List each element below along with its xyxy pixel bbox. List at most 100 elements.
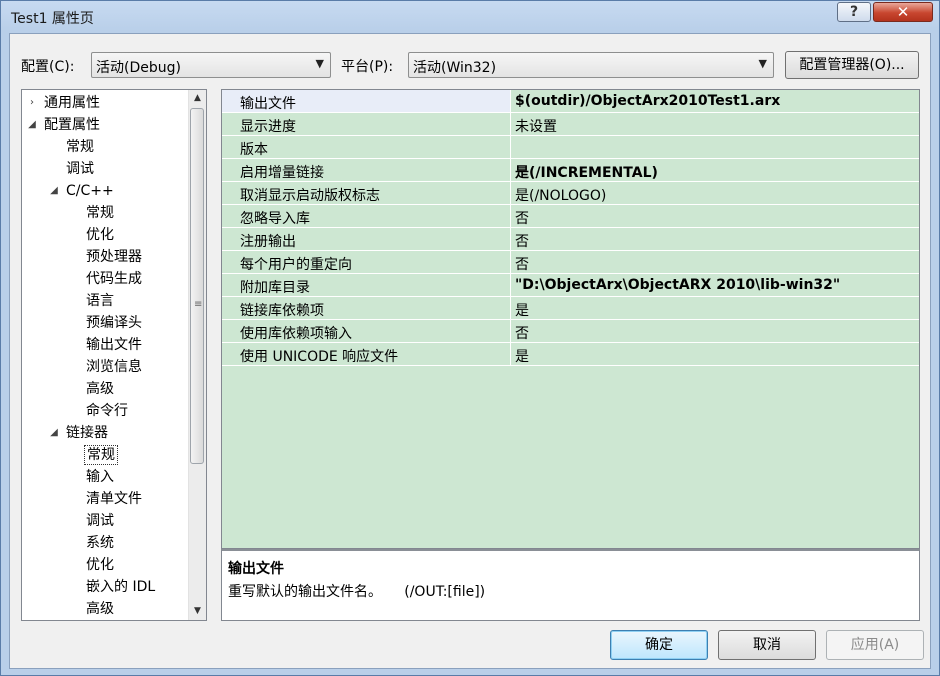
tree-item[interactable]: › 通用属性 [30,92,102,114]
apply-button[interactable]: 应用(A) [826,630,924,660]
property-row[interactable]: 链接库依赖项 是 [222,297,919,320]
chevron-down-icon: ▼ [315,57,324,70]
property-name: 注册输出 [240,234,296,250]
tree-item[interactable]: 命令行 [84,400,130,422]
property-row[interactable]: 启用增量链接 是(/INCREMENTAL) [222,159,919,182]
tree-item-label: 命令行 [86,403,128,419]
column-divider [510,90,511,113]
platform-value: 活动(Win32) [413,60,497,76]
property-grid[interactable]: 输出文件 $(outdir)/ObjectArx2010Test1.arx 显示进度… [221,89,920,549]
tree-item-label: 浏览信息 [86,359,142,375]
tree-item-label: C/C++ [66,183,114,199]
property-value[interactable]: 是(/NOLOGO) [515,185,606,205]
property-value[interactable]: 未设置 [515,116,557,136]
description-panel: 输出文件 重写默认的输出文件名。 (/OUT:[file]) [221,549,920,621]
title-bar[interactable]: Test1 属性页 ? ✕ [1,1,939,33]
property-value[interactable]: 否 [515,254,529,274]
tree-item-label: 常规 [86,205,114,221]
tree-item[interactable]: 预编译头 [84,312,144,334]
tree-item-label: 链接器 [66,425,108,441]
property-row[interactable]: 使用 UNICODE 响应文件 是 [222,343,919,366]
tree-item-label: 配置属性 [44,117,100,133]
property-row[interactable]: 使用库依赖项输入 否 [222,320,919,343]
column-divider [510,159,511,182]
tree-item-label: 高级 [86,601,114,617]
tree-item[interactable]: 清单文件 [84,488,144,510]
collapse-arrow-icon[interactable]: ◢ [48,422,60,444]
property-name: 启用增量链接 [240,165,324,181]
property-value[interactable]: 否 [515,231,529,251]
tree-item[interactable]: 高级 [84,378,116,400]
expand-arrow-icon[interactable]: › [26,92,38,114]
config-label: 配置(C): [21,59,75,75]
config-manager-button[interactable]: 配置管理器(O)... [785,51,919,79]
tree-item[interactable]: ◢ 链接器 [50,422,110,444]
collapse-arrow-icon[interactable]: ◢ [26,114,38,136]
tree-item[interactable]: 输出文件 [84,334,144,356]
tree-item[interactable]: 预处理器 [84,246,144,268]
property-value[interactable]: "D:\ObjectArx\ObjectARX 2010\lib-win32" [515,277,840,293]
column-divider [510,320,511,343]
tree-item-label: 通用属性 [44,95,100,111]
tree-scrollbar[interactable]: ▲ ≡ ▼ [188,90,206,620]
property-tree[interactable]: › 通用属性 ◢ 配置属性 常规 调试 ◢ C/C++ 常规 优化 预处理器 代码生成 语言 预编译头 输出… [21,89,207,621]
ok-button[interactable]: 确定 [610,630,708,660]
config-dropdown[interactable]: 活动(Debug) ▼ [91,52,331,78]
scroll-thumb[interactable]: ≡ [190,108,204,464]
collapse-arrow-icon[interactable]: ◢ [48,180,60,202]
column-divider [510,297,511,320]
tree-item[interactable]: 高级 [84,598,116,620]
close-button[interactable]: ✕ [873,2,933,22]
property-row[interactable]: 输出文件 $(outdir)/ObjectArx2010Test1.arx [222,90,919,113]
tree-item-label: 调试 [86,513,114,529]
property-row[interactable]: 注册输出 否 [222,228,919,251]
tree-item[interactable]: 浏览信息 [84,356,144,378]
tree-item[interactable]: ◢ C/C++ [50,180,116,202]
property-value[interactable]: $(outdir)/ObjectArx2010Test1.arx [515,93,780,109]
window-title: Test1 属性页 [11,11,94,27]
grip-icon: ≡ [194,299,203,310]
property-name: 显示进度 [240,119,296,135]
scroll-down-icon[interactable]: ▼ [189,603,206,620]
tree-item[interactable]: 常规 [84,202,116,224]
tree-item[interactable]: 代码生成 [84,268,144,290]
tree-item[interactable]: 语言 [84,290,116,312]
cancel-button[interactable]: 取消 [718,630,816,660]
property-row[interactable]: 显示进度 未设置 [222,113,919,136]
property-row[interactable]: 忽略导入库 否 [222,205,919,228]
tree-item[interactable]: 嵌入的 IDL [84,576,157,598]
help-button[interactable]: ? [837,2,871,22]
platform-dropdown[interactable]: 活动(Win32) ▼ [408,52,774,78]
property-row[interactable]: 每个用户的重定向 否 [222,251,919,274]
tree-item[interactable]: 优化 [84,224,116,246]
property-value[interactable]: 否 [515,323,529,343]
tree-item[interactable]: 调试 [84,510,116,532]
column-divider [510,228,511,251]
chevron-down-icon: ▼ [758,57,767,70]
column-divider [510,274,511,297]
tree-item[interactable]: 优化 [84,554,116,576]
tree-item-label: 预编译头 [86,315,142,331]
tree-item[interactable]: 输入 [84,466,116,488]
property-name: 版本 [240,142,268,158]
tree-item-label: 代码生成 [86,271,142,287]
tree-item[interactable]: 常规 [84,444,118,466]
property-name: 取消显示启动版权标志 [240,188,380,204]
property-row[interactable]: 版本 [222,136,919,159]
property-value[interactable]: 是 [515,346,529,366]
tree-item[interactable]: 常规 [64,136,96,158]
scroll-up-icon[interactable]: ▲ [189,90,206,107]
tree-item-label: 输入 [86,469,114,485]
tree-item[interactable]: 系统 [84,532,116,554]
property-name: 使用 UNICODE 响应文件 [240,349,399,365]
tree-item[interactable]: ◢ 配置属性 [28,114,102,136]
property-value[interactable]: 是(/INCREMENTAL) [515,162,658,182]
tree-item[interactable]: 调试 [64,158,96,180]
dialog-client: 配置(C): 活动(Debug) ▼ 平台(P): 活动(Win32) ▼ 配置… [9,33,931,669]
property-row[interactable]: 取消显示启动版权标志 是(/NOLOGO) [222,182,919,205]
property-row[interactable]: 附加库目录 "D:\ObjectArx\ObjectARX 2010\lib-wi… [222,274,919,297]
column-divider [510,205,511,228]
property-value[interactable]: 是 [515,300,529,320]
property-value[interactable]: 否 [515,208,529,228]
property-name: 输出文件 [240,96,296,112]
